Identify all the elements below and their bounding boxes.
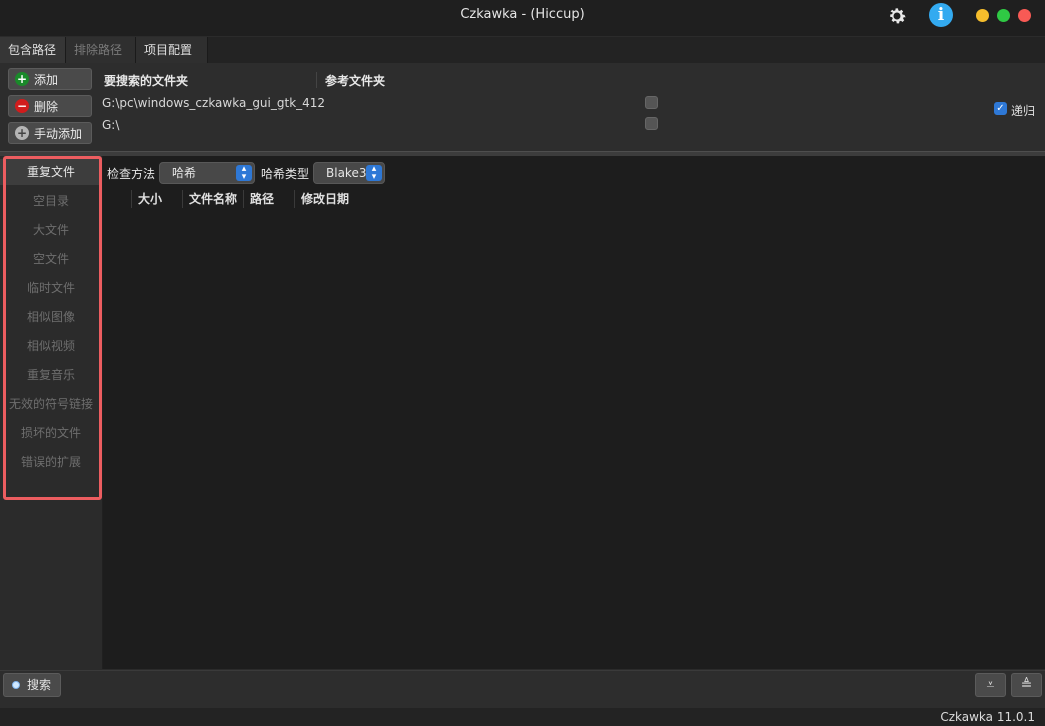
- search-icon: [12, 681, 20, 689]
- recursive-label: 递归: [1011, 104, 1036, 118]
- check-method-label: 检查方法: [107, 167, 156, 181]
- scroll-to-top-button[interactable]: ≜: [1011, 673, 1042, 697]
- column-divider: [316, 72, 317, 88]
- status-bar: [0, 708, 1045, 726]
- path-tabs: 包含路径 排除路径 项目配置: [0, 37, 1045, 63]
- chevron-updown-icon: ▴ ▾: [236, 165, 252, 182]
- tab-item-config[interactable]: 项目配置: [136, 37, 208, 63]
- minus-icon: −: [15, 99, 29, 113]
- scroll-to-bottom-button[interactable]: ⩡: [975, 673, 1006, 697]
- tab-included-paths[interactable]: 包含路径: [0, 37, 66, 63]
- column-header-modified-date[interactable]: 修改日期: [294, 190, 371, 208]
- hash-type-label: 哈希类型: [261, 167, 310, 181]
- move-down-icon: ⩡: [986, 677, 995, 693]
- info-icon[interactable]: i: [929, 3, 953, 27]
- tab-excluded-paths[interactable]: 排除路径: [66, 37, 136, 63]
- add-path-label: 添加: [34, 73, 59, 87]
- remove-path-button[interactable]: − 删除: [8, 95, 92, 117]
- recursive-checkbox[interactable]: ✓: [994, 102, 1007, 115]
- chevron-updown-icon: ▴ ▾: [366, 165, 382, 182]
- version-label: Czkawka 11.0.1: [940, 710, 1035, 724]
- check-method-value: 哈希: [172, 166, 197, 180]
- plus-icon: +: [15, 72, 29, 86]
- hash-type-value: Blake3: [326, 166, 367, 180]
- path-row[interactable]: G:\pc\windows_czkawka_gui_gtk_412: [102, 96, 325, 110]
- remove-path-label: 删除: [34, 100, 59, 114]
- column-header-path[interactable]: 路径: [243, 190, 294, 208]
- column-header-file-name[interactable]: 文件名称: [182, 190, 243, 208]
- move-up-icon: ≜: [1020, 677, 1033, 693]
- search-button[interactable]: 搜索: [3, 673, 61, 697]
- column-header-size[interactable]: 大小: [131, 190, 182, 208]
- gear-icon[interactable]: [886, 5, 908, 27]
- sidebar-highlight-box: [3, 156, 102, 500]
- column-header-folders: 要搜索的文件夹: [104, 74, 189, 88]
- reference-checkbox[interactable]: [645, 117, 658, 130]
- column-header-reference: 参考文件夹: [325, 74, 386, 88]
- plus-icon: +: [15, 126, 29, 140]
- add-path-button[interactable]: + 添加: [8, 68, 92, 90]
- close-button[interactable]: [1018, 9, 1031, 22]
- hash-type-select[interactable]: Blake3 ▴ ▾: [313, 162, 385, 184]
- maximize-button[interactable]: [997, 9, 1010, 22]
- manual-add-label: 手动添加: [34, 127, 83, 141]
- reference-checkbox[interactable]: [645, 96, 658, 109]
- bottom-bar: [0, 670, 1045, 709]
- results-area[interactable]: [103, 156, 1045, 669]
- check-method-select[interactable]: 哈希 ▴ ▾: [159, 162, 255, 184]
- path-row[interactable]: G:\: [102, 118, 119, 132]
- minimize-button[interactable]: [976, 9, 989, 22]
- search-label: 搜索: [27, 678, 52, 692]
- manual-add-button[interactable]: + 手动添加: [8, 122, 92, 144]
